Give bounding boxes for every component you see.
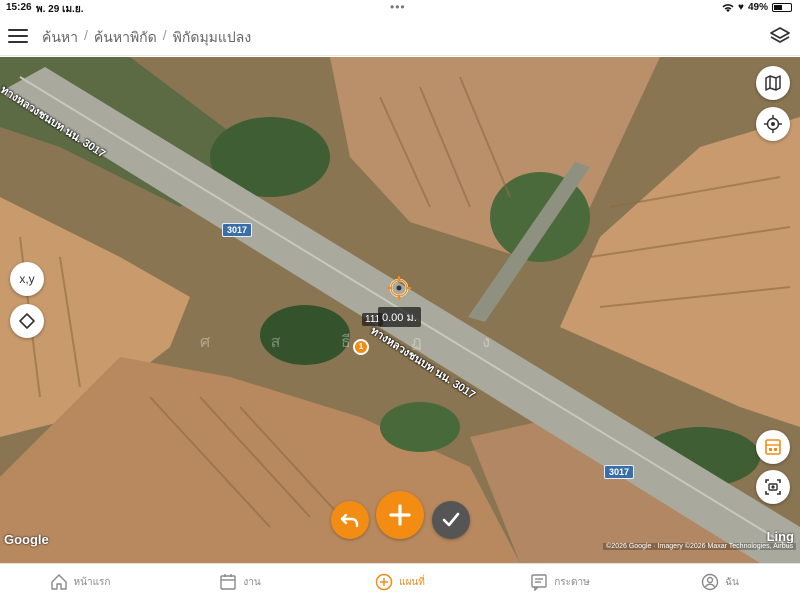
undo-button[interactable]: [331, 501, 369, 539]
map-view-button[interactable]: [756, 66, 790, 100]
screenshot-button[interactable]: [756, 470, 790, 504]
heart-icon: ♥: [738, 2, 744, 13]
vertex-button[interactable]: [10, 304, 44, 338]
coordinate-input-button[interactable]: x,y: [10, 262, 44, 296]
nav-profile[interactable]: ฉัน: [640, 564, 800, 600]
home-icon: [50, 574, 67, 590]
nav-home-label: หน้าแรก: [73, 576, 111, 588]
battery-percent: 49%: [747, 2, 768, 13]
plus-icon: [389, 504, 411, 526]
road-shield: 3017: [604, 465, 635, 479]
breadcrumb-item-search-coords[interactable]: ค้นหาพิกัด: [94, 27, 157, 49]
camera-frame-icon: [765, 479, 781, 495]
app-header: ค้นหา / ค้นหาพิกัด / พิกัดมุมแปลง: [0, 16, 800, 56]
nav-paper-label: กระดาษ: [554, 576, 590, 588]
nav-map-label: แผนที่: [399, 576, 425, 588]
nav-map[interactable]: แผนที่: [320, 564, 480, 600]
battery-icon: [772, 3, 792, 12]
layers-icon[interactable]: [768, 24, 792, 48]
diamond-icon: [19, 313, 35, 329]
google-logo: Google: [4, 532, 49, 547]
nav-tasks-label: งาน: [243, 576, 261, 588]
locate-icon: [764, 115, 782, 133]
nav-home[interactable]: หน้าแรก: [0, 564, 160, 600]
confirm-button[interactable]: [432, 501, 470, 539]
plot-info-button[interactable]: [756, 430, 790, 464]
multitasking-dots-icon[interactable]: •••: [390, 0, 406, 14]
map-icon: [765, 75, 781, 91]
ling-mark: Ling: [766, 529, 794, 544]
calculator-icon: [765, 439, 781, 455]
list-icon: [531, 574, 547, 591]
add-point-button[interactable]: [376, 491, 424, 539]
nav-paper[interactable]: กระดาษ: [480, 564, 640, 600]
add-circle-icon: [375, 573, 393, 591]
crosshair-icon: [387, 276, 411, 300]
nav-tasks[interactable]: งาน: [160, 564, 320, 600]
my-location-button[interactable]: [756, 107, 790, 141]
menu-icon[interactable]: [8, 26, 28, 46]
map-attribution: ©2026 Google · Imagery ©2026 Maxar Techn…: [603, 543, 796, 550]
status-date: พ. 29 เม.ย.: [36, 4, 84, 15]
breadcrumb-item-plot-corners: พิกัดมุมแปลง: [172, 29, 252, 45]
corner-point-marker[interactable]: 1: [353, 339, 369, 355]
breadcrumb-separator: /: [84, 27, 88, 43]
status-right: ♥ 49%: [722, 2, 792, 13]
breadcrumb: ค้นหา / ค้นหาพิกัด / พิกัดมุมแปลง: [42, 27, 251, 49]
status-time: 15:26: [6, 2, 32, 13]
road-shield: 3017: [222, 223, 253, 237]
status-bar: 15:26 พ. 29 เม.ย. ••• ♥ 49%: [0, 0, 800, 16]
wifi-icon: [722, 3, 734, 12]
person-icon: [701, 573, 719, 591]
undo-icon: [340, 513, 359, 528]
distance-measurement: 0.00 ม.: [378, 307, 421, 327]
bottom-navigation: หน้าแรก งาน แผนที่ กระดาษ ฉัน: [0, 563, 800, 600]
check-icon: [442, 512, 460, 527]
calendar-icon: [220, 574, 237, 590]
breadcrumb-separator: /: [162, 27, 167, 43]
nav-profile-label: ฉัน: [725, 576, 739, 588]
satellite-map[interactable]: ทางหลวงชนบท นน. 3017 ทางหลวงชนบท นน. 301…: [0, 57, 800, 563]
breadcrumb-item-search[interactable]: ค้นหา: [42, 27, 78, 49]
